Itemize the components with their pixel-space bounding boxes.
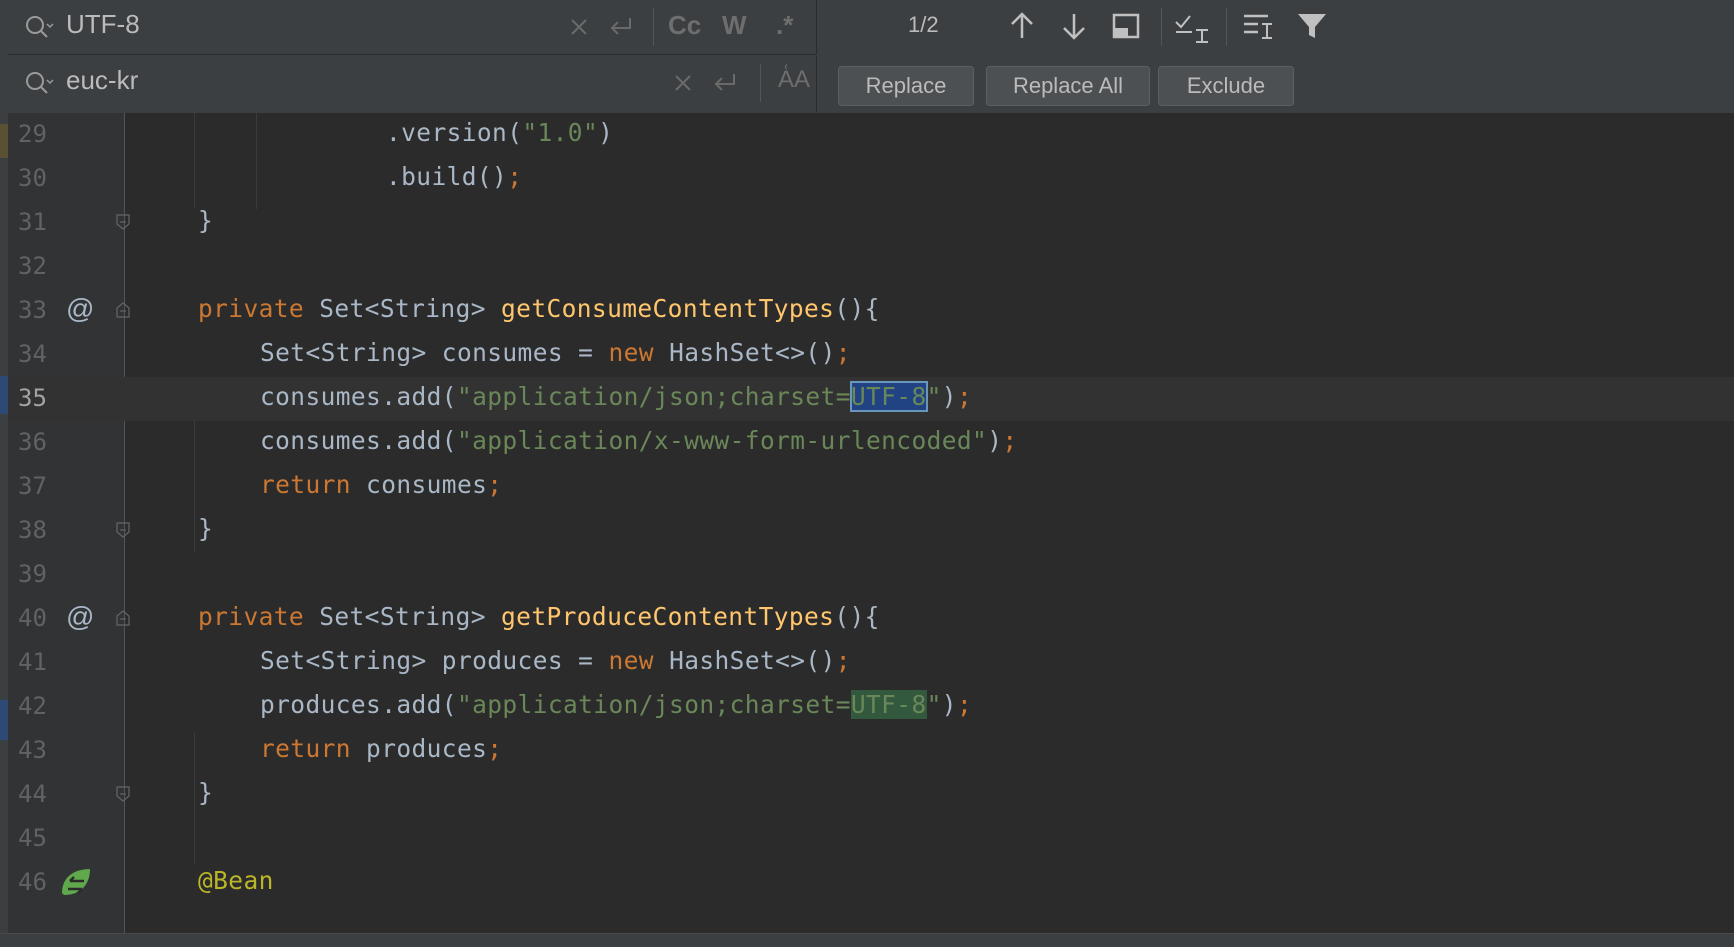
replace-button[interactable]: Replace [838,66,974,106]
fold-end-icon[interactable] [116,214,130,230]
code-line: 43 return produces; [8,729,1734,773]
code-text: consumes.add("application/json;charset=U… [260,381,973,412]
line-number: 34 [18,340,47,368]
line-number: 41 [18,648,47,676]
search-match[interactable]: UTF-8 [850,690,927,719]
code-text: private Set<String> getConsumeContentTyp… [198,294,880,323]
exclude-button[interactable]: Exclude [1158,66,1294,106]
search-field-row: UTF-8 Cc W .* [8,0,817,55]
line-number: 44 [18,780,47,808]
change-marker [0,124,8,158]
line-number: 29 [18,120,47,148]
implements-marker[interactable]: @ [66,601,94,633]
line-number: 42 [18,692,47,720]
code-line: 42 produces.add("application/json;charse… [8,685,1734,729]
horizontal-scrollbar[interactable] [0,933,1734,947]
fold-end-icon[interactable] [116,522,130,538]
separator [760,64,761,102]
line-number: 45 [18,824,47,852]
match-count: 1/2 [908,12,939,37]
code-line: 29 .version("1.0") [8,113,1734,157]
line-number: 38 [18,516,47,544]
implements-marker[interactable]: @ [66,293,94,325]
regex-toggle[interactable]: .* [776,10,793,41]
line-number: 36 [18,428,47,456]
preserve-case-toggle[interactable]: A͑A [778,66,810,94]
separator [1161,8,1162,46]
code-line: 30 .build(); [8,157,1734,201]
find-replace-panel: UTF-8 Cc W .* 1/2 euc-kr A͑A Replace Rep… [8,0,1734,114]
code-line: 45 [8,817,1734,861]
filter-icon[interactable] [1294,8,1330,44]
separator [1226,8,1227,46]
code-line: 41 Set<String> produces = new HashSet<>(… [8,641,1734,685]
code-editor[interactable]: 29 .version("1.0") 30 .build(); 31 } 32 … [8,113,1734,933]
line-number: 40 [18,604,47,632]
search-icon[interactable] [24,70,54,96]
code-text: .build(); [386,162,523,191]
line-number: 43 [18,736,47,764]
newline-icon[interactable] [606,14,634,40]
code-text: .version("1.0") [386,118,614,147]
code-line: 36 consumes.add("application/x-www-form-… [8,421,1734,465]
line-number: 39 [18,560,47,588]
replace-all-button[interactable]: Replace All [986,66,1150,106]
line-number: 32 [18,252,47,280]
code-line: 37 return consumes; [8,465,1734,509]
search-icon[interactable] [24,14,54,40]
fold-start-icon[interactable] [116,610,130,626]
line-number: 46 [18,868,47,896]
line-number: 35 [18,384,47,412]
close-icon[interactable] [568,16,590,38]
code-text: } [198,778,214,807]
code-text: produces.add("application/json;charset=U… [260,690,973,719]
line-number: 33 [18,296,47,324]
line-number: 37 [18,472,47,500]
code-line: 38 } [8,509,1734,553]
line-number: 31 [18,208,47,236]
code-line-current: 35 consumes.add("application/json;charse… [8,377,1734,421]
replace-field-row: euc-kr A͑A [8,56,817,112]
code-text: Set<String> consumes = new HashSet<>(); [260,338,851,367]
current-search-match[interactable]: UTF-8 [849,381,928,412]
code-line: 44 } [8,773,1734,817]
whole-words-toggle[interactable]: W [722,10,747,41]
code-line: 34 Set<String> consumes = new HashSet<>(… [8,333,1734,377]
newline-icon[interactable] [710,70,738,96]
code-line: 40 @ private Set<String> getProduceConte… [8,597,1734,641]
change-marker [0,700,8,740]
code-text: return consumes; [260,470,503,499]
code-text: Set<String> produces = new HashSet<>(); [260,646,851,675]
fold-end-icon[interactable] [116,786,130,802]
arrow-up-icon[interactable] [1004,8,1040,44]
multiline-icon[interactable] [1240,8,1276,44]
code-text: private Set<String> getProduceContentTyp… [198,602,880,631]
in-selection-icon[interactable] [1172,8,1214,44]
spring-bean-icon[interactable] [58,865,94,899]
code-text: @Bean [198,866,274,895]
code-text: consumes.add("application/x-www-form-url… [260,426,1018,455]
code-line: 46 @Bean [8,861,1734,905]
close-icon[interactable] [672,72,694,94]
line-number: 30 [18,164,47,192]
fold-start-icon[interactable] [116,302,130,318]
code-text: } [198,206,214,235]
code-line: 39 [8,553,1734,597]
left-tool-strip [0,0,8,946]
search-input[interactable]: UTF-8 [66,9,140,40]
arrow-down-icon[interactable] [1056,8,1092,44]
code-line: 33 @ private Set<String> getConsumeConte… [8,289,1734,333]
code-text: return produces; [260,734,503,763]
code-text: } [198,514,214,543]
separator [653,8,654,46]
change-marker [0,376,8,414]
replace-input[interactable]: euc-kr [66,65,138,96]
select-all-occurrences-icon[interactable] [1108,8,1144,44]
code-line: 32 [8,245,1734,289]
match-case-toggle[interactable]: Cc [668,10,701,41]
code-line: 31 } [8,201,1734,245]
